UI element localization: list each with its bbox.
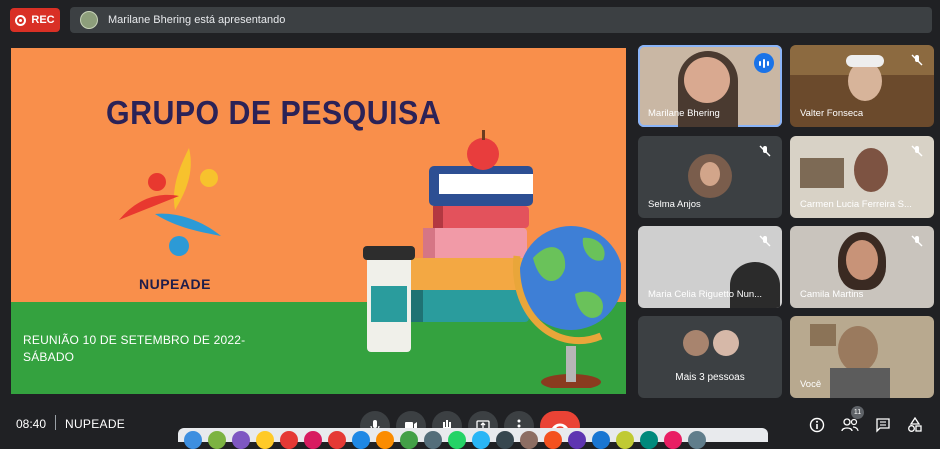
participant-hat	[846, 55, 884, 67]
separator	[55, 415, 56, 430]
mic-off-icon	[911, 54, 923, 66]
dock-app-icon[interactable]	[376, 431, 394, 449]
trash-icon[interactable]	[280, 431, 298, 449]
participants-count-badge: 11	[851, 406, 864, 419]
dock-app-icon[interactable]	[472, 431, 490, 449]
activities-icon	[908, 417, 922, 432]
participant-face	[848, 61, 882, 101]
participant-face	[854, 148, 888, 192]
dock-app-icon[interactable]	[304, 431, 322, 449]
books-globe-illustration	[363, 130, 621, 388]
dock-app-icon[interactable]	[208, 431, 226, 449]
dock-app-icon[interactable]	[616, 431, 634, 449]
participant-name: Carmen Lucia Ferreira S...	[800, 199, 912, 210]
participant-name: Marilane Bhering	[648, 108, 720, 119]
participant-tile-selma[interactable]: Selma Anjos	[638, 136, 782, 218]
meeting-name: NUPEADE	[65, 417, 126, 431]
more-participants-label: Mais 3 pessoas	[675, 372, 745, 383]
participant-name: Maria Celia Riguetto Nun...	[648, 289, 763, 300]
dock-app-icon[interactable]	[328, 431, 346, 449]
dock-app-icon[interactable]	[352, 431, 370, 449]
participant-face	[846, 240, 878, 280]
dock-app-icon[interactable]	[232, 431, 250, 449]
participant-avatar	[683, 330, 709, 356]
participant-tile-valter[interactable]: Valter Fonseca	[790, 45, 934, 127]
meeting-info-button[interactable]	[808, 416, 826, 434]
dock-app-icon[interactable]	[664, 431, 682, 449]
mic-off-icon	[911, 145, 923, 157]
clock: 08:40	[16, 417, 47, 431]
meeting-date-line-1: REUNIÃO 10 DE SETEMBRO DE 2022-	[23, 333, 246, 347]
participant-tile-marilane[interactable]: Marilane Bhering	[638, 45, 782, 127]
info-icon	[809, 417, 825, 433]
top-bar: REC Marilane Bhering está apresentando	[0, 0, 940, 40]
chat-button[interactable]	[874, 416, 892, 434]
dock-app-icon[interactable]	[520, 431, 538, 449]
self-view-tile[interactable]: Você	[790, 316, 934, 398]
participant-video-background	[800, 158, 844, 188]
more-participants-tile[interactable]: Mais 3 pessoas	[638, 316, 782, 398]
participant-face	[838, 326, 878, 372]
mic-off-icon	[759, 145, 771, 157]
meeting-date-text: REUNIÃO 10 DE SETEMBRO DE 2022- SÁBADO	[23, 332, 253, 366]
dock-app-icon[interactable]	[544, 431, 562, 449]
recording-badge: REC	[10, 8, 60, 32]
participant-shirt	[830, 368, 890, 398]
dock-app-icon[interactable]	[400, 431, 418, 449]
recording-label: REC	[31, 14, 55, 26]
dock-app-icon[interactable]	[568, 431, 586, 449]
participant-name: Selma Anjos	[648, 199, 701, 210]
more-participants-avatars	[683, 330, 739, 356]
mic-off-icon	[759, 235, 771, 247]
presenting-text: Marilane Bhering está apresentando	[108, 14, 286, 26]
speaking-indicator-icon	[754, 53, 774, 73]
activities-button[interactable]	[906, 416, 924, 434]
dock-app-icon[interactable]	[640, 431, 658, 449]
participant-name: Você	[800, 379, 822, 390]
participant-video-background	[810, 324, 836, 346]
participant-name: Valter Fonseca	[800, 108, 864, 119]
people-icon	[841, 418, 859, 432]
participant-face	[684, 57, 730, 103]
presenter-avatar	[80, 11, 98, 29]
dock-app-icon[interactable]	[592, 431, 610, 449]
presenting-banner: Marilane Bhering está apresentando	[70, 7, 932, 33]
dock-app-icon[interactable]	[688, 431, 706, 449]
participant-avatar	[688, 154, 732, 198]
record-icon	[15, 14, 27, 26]
dock-app-icon[interactable]	[184, 431, 202, 449]
nupeade-logo-icon	[119, 148, 221, 256]
logo-wordmark: NUPEADE	[139, 276, 211, 292]
chat-icon	[876, 418, 890, 433]
participant-tile-carmen[interactable]: Carmen Lucia Ferreira S...	[790, 136, 934, 218]
participant-tile-maria-celia[interactable]: Maria Celia Riguetto Nun...	[638, 226, 782, 308]
dock-app-icon[interactable]	[256, 431, 274, 449]
dock-app-icon[interactable]	[424, 431, 442, 449]
mic-off-icon	[911, 235, 923, 247]
participant-tile-camila[interactable]: Camila Martins	[790, 226, 934, 308]
participant-avatar	[713, 330, 739, 356]
participant-name: Camila Martins	[800, 289, 864, 300]
shared-presentation[interactable]: GRUPO DE PESQUISA NUPEADE REUNIÃO 10 DE …	[11, 48, 626, 394]
dock-app-icon[interactable]	[496, 431, 514, 449]
participant-video	[730, 262, 780, 308]
meeting-date-line-2: SÁBADO	[23, 350, 75, 364]
dock-app-icon[interactable]	[448, 431, 466, 449]
